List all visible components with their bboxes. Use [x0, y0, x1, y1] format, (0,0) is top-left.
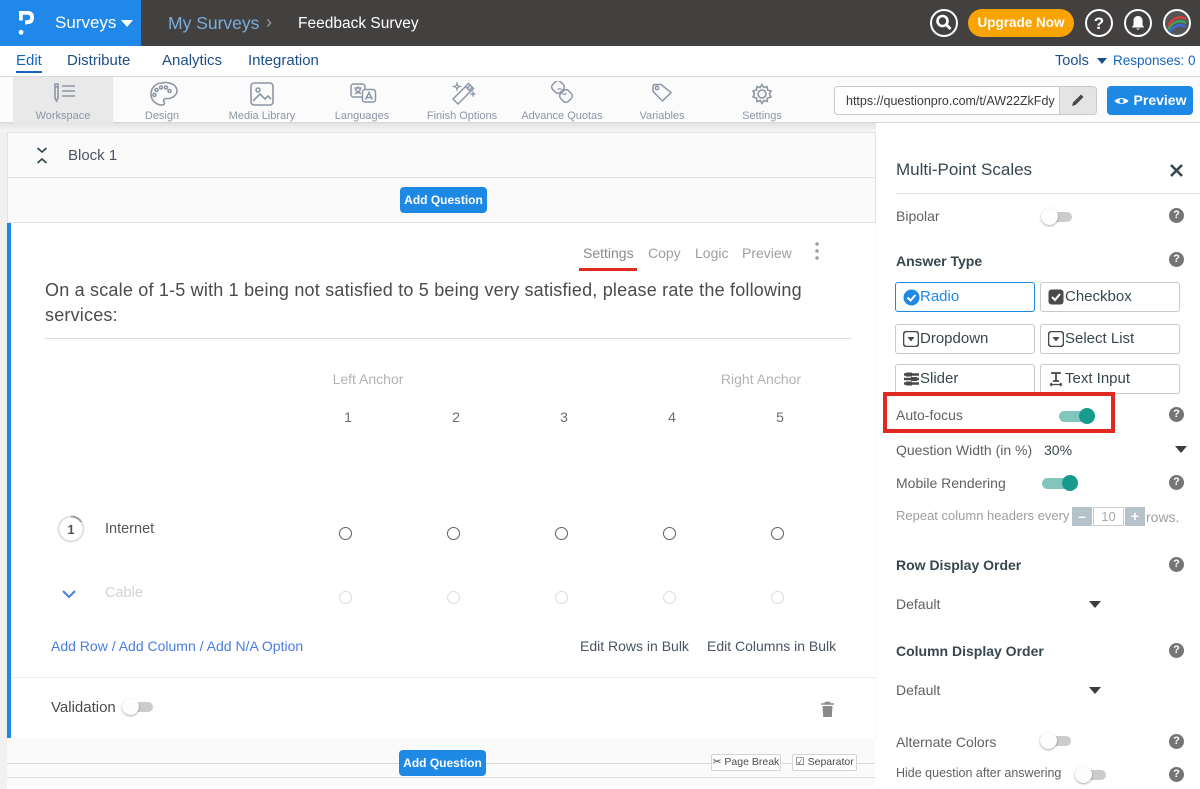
- svg-text:1: 1: [67, 522, 74, 537]
